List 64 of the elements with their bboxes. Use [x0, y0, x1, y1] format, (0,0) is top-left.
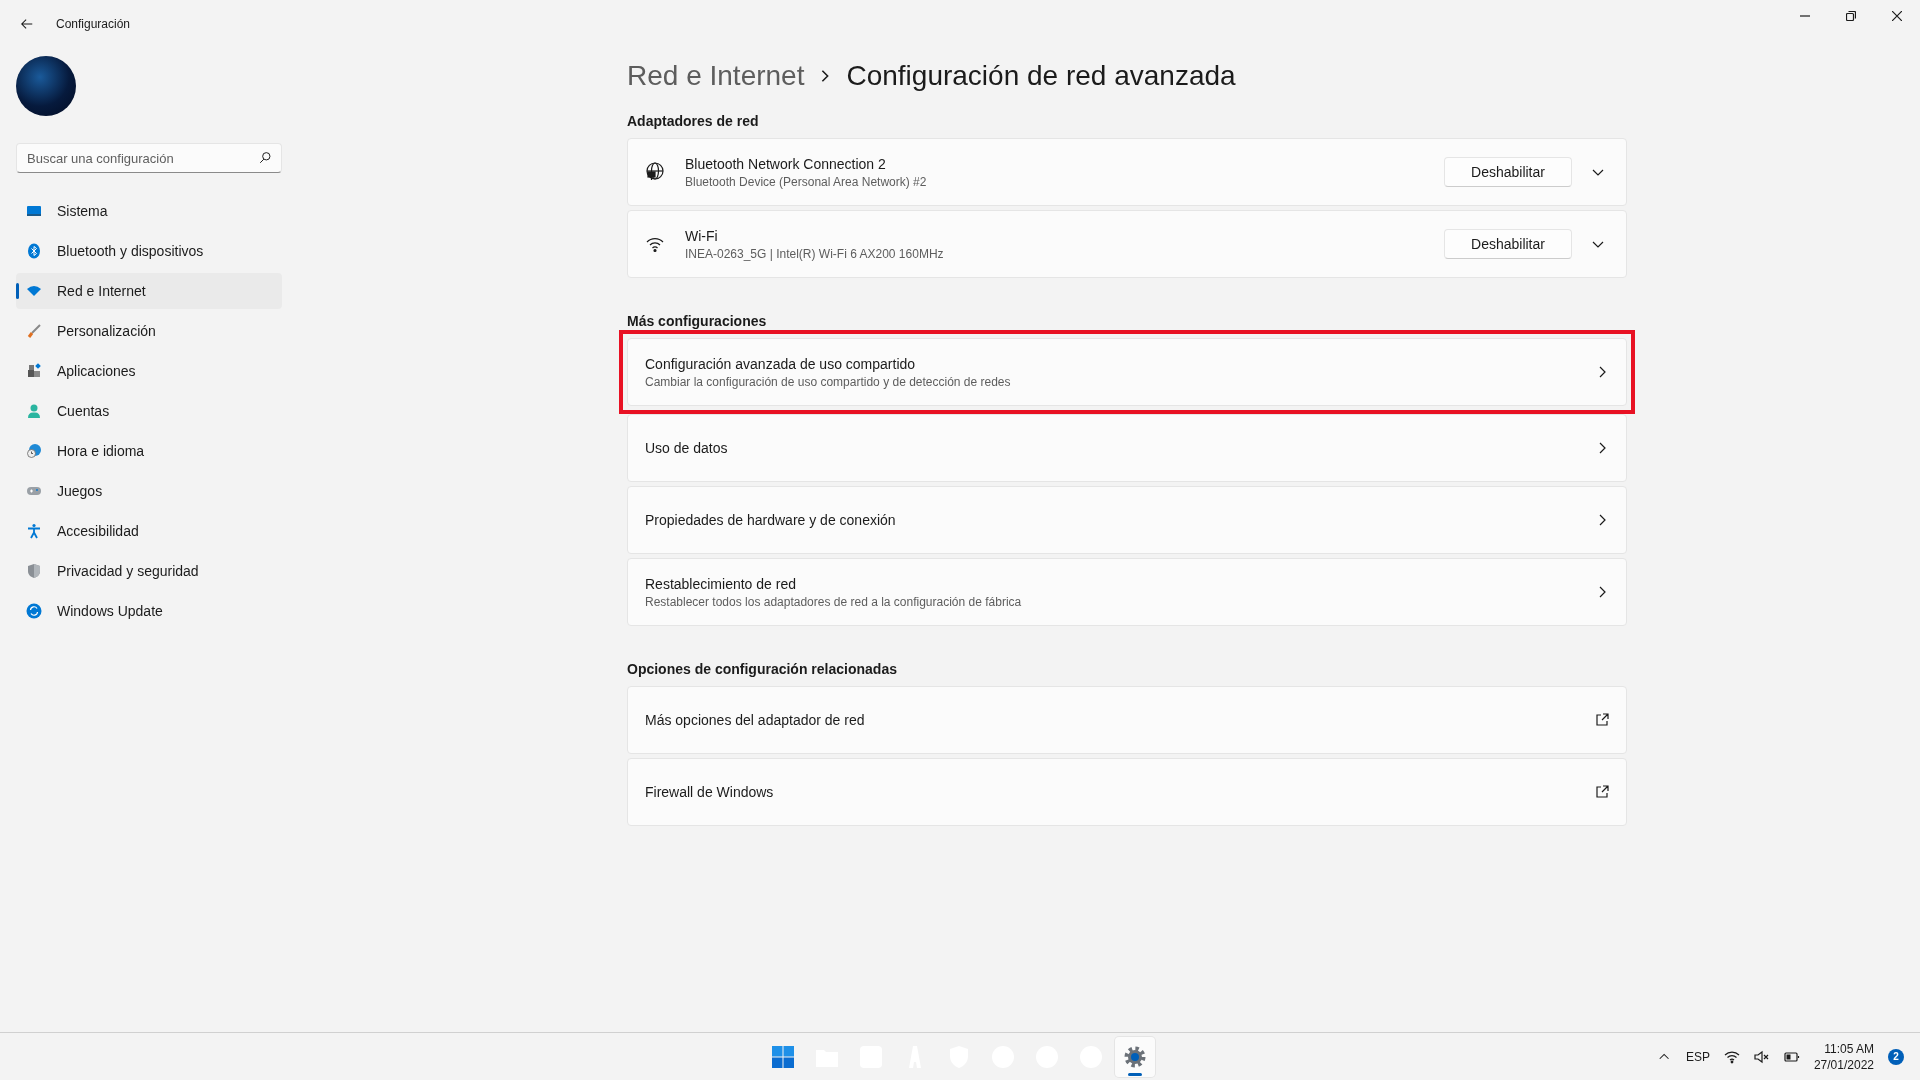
sidebar-item[interactable]: Bluetooth y dispositivos [16, 233, 282, 269]
muted-speaker-icon [1753, 1048, 1770, 1065]
section-title: Adaptadores de red [627, 112, 760, 130]
settings-card[interactable]: Restablecimiento de red Restablecer todos los adaptadores de red a la configuración de fábrica [627, 558, 1627, 626]
bluetooth-icon [26, 243, 42, 259]
sidebar-item[interactable]: Privacidad y seguridad [16, 553, 282, 589]
card-subtitle: Cambiar la configuración de uso compartido y de detección de redes [645, 374, 1012, 389]
windows-logo-icon [772, 1046, 794, 1068]
restore-icon [1846, 11, 1856, 21]
sidebar-item[interactable]: Sistema [16, 193, 282, 229]
card-title: Restablecimiento de red [645, 575, 797, 592]
disable-button[interactable]: Deshabilitar [1444, 157, 1572, 187]
globe-clock-icon [26, 443, 42, 459]
card-title: Propiedades de hardware y de conexión [645, 512, 897, 528]
settings-card[interactable]: Firewall de Windows [627, 758, 1627, 826]
notification-badge[interactable]: 2 [1888, 1048, 1904, 1065]
settings-card[interactable]: Configuración avanzada de uso compartido Cambiar la configuración de uso compartido y de detección de redes [627, 338, 1627, 406]
card-title: Más opciones del adaptador de red [645, 712, 866, 728]
accessibility-icon [26, 523, 42, 539]
search-field[interactable]: Buscar una configuración [16, 143, 282, 173]
section-title: Opciones de configuración relacionadas [627, 660, 898, 678]
settings-card[interactable]: Propiedades de hardware y de conexión [627, 486, 1627, 554]
back-arrow-icon [20, 17, 34, 31]
external-link-icon [1594, 784, 1610, 800]
card-title: Firewall de Windows [645, 784, 775, 800]
avatar [16, 56, 76, 116]
wifi-icon [26, 283, 42, 299]
close-icon [1892, 11, 1902, 21]
globe-monitor-icon [645, 162, 665, 182]
card-title: Uso de datos [645, 440, 729, 456]
external-link-icon [1594, 712, 1610, 728]
page-title: Configuración de red avanzada [846, 60, 1236, 92]
breadcrumb-link[interactable]: Red e Internet [627, 60, 805, 92]
section-title: Más configuraciones [627, 312, 768, 330]
sidebar-item[interactable]: Personalización [16, 313, 282, 349]
sidebar-item[interactable]: Cuentas [16, 393, 282, 429]
clock-time[interactable]: 11:05 AM [1824, 1040, 1874, 1057]
card-title: Configuración avanzada de uso compartido [645, 355, 917, 372]
settings-card[interactable]: Más opciones del adaptador de red [627, 686, 1627, 754]
sidebar-item[interactable]: Red e Internet [16, 273, 282, 309]
sidebar-item[interactable]: Windows Update [16, 593, 282, 629]
adapter-detail: INEA-0263_5G | Intel(R) Wi-Fi 6 AX200 160MHz [685, 246, 945, 261]
shield-icon [26, 563, 42, 579]
person-icon [26, 403, 42, 419]
settings-card[interactable]: Uso de datos [627, 414, 1627, 482]
window-title: Configuración [56, 17, 132, 31]
gear-icon [1123, 1045, 1147, 1069]
sync-icon [26, 603, 42, 619]
apps-icon [26, 363, 42, 379]
monitor-icon [26, 203, 42, 219]
sidebar-item[interactable]: Accesibilidad [16, 513, 282, 549]
clock-date[interactable]: 27/01/2022 [1813, 1056, 1874, 1073]
adapter-name: Bluetooth Network Connection 2 [685, 155, 887, 172]
sidebar-item[interactable]: Aplicaciones [16, 353, 282, 389]
adapter-detail: Bluetooth Device (Personal Area Network) #2 [685, 174, 928, 189]
language-indicator[interactable]: ESP [1685, 1049, 1710, 1064]
card-subtitle: Restablecer todos los adaptadores de red a la configuración de fábrica [645, 594, 1023, 609]
sidebar-item[interactable]: Hora e idioma [16, 433, 282, 469]
brush-icon [26, 323, 42, 339]
search-icon [259, 151, 272, 164]
disable-button[interactable]: Deshabilitar [1444, 229, 1572, 259]
adapter-name: Wi-Fi [685, 227, 719, 244]
sidebar-item[interactable]: Juegos [16, 473, 282, 509]
taskbar-app[interactable] [1115, 1037, 1155, 1077]
